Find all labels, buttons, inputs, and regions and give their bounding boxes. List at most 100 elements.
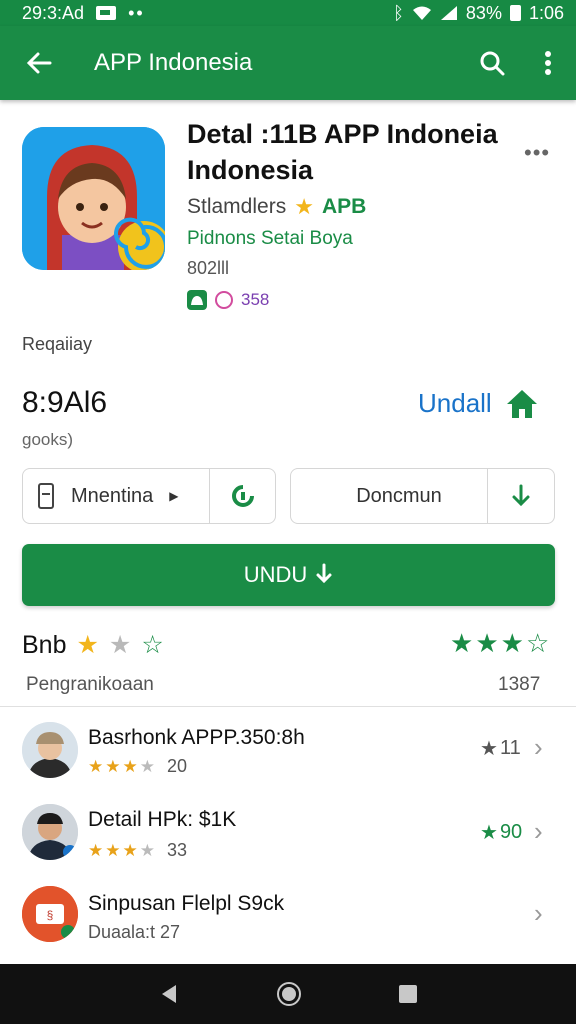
star-filled-icon: ★ [500,628,524,658]
download-doc-button[interactable]: Doncmun [291,469,487,523]
arrow-down-icon [512,484,530,507]
phone-icon [38,483,54,509]
star-filled-icon: ★ [88,840,104,860]
status-time: 29:3:Ad [22,2,85,23]
list-item-rating: ★ ★ ★ ★ 20 [88,756,187,777]
refresh-button[interactable] [210,469,275,523]
rating-stars[interactable]: ★ ★ ★ ☆ [450,628,549,659]
avatar [22,804,78,860]
install-link[interactable]: Undall [418,388,538,419]
star-filled-icon: ★ [76,631,99,659]
manage-button-label: Mnentina [71,484,154,507]
app-bar: APP Indonesia [0,26,576,100]
star-filled-icon: ★ [105,840,121,860]
list-item-count: 20 [167,756,188,776]
recents-nav-icon[interactable] [398,984,418,1004]
signal-icon [440,6,457,20]
app-icon [22,127,165,270]
install-link-label: Undall [418,388,492,418]
star-filled-icon: ★ [105,756,121,776]
family-icon [187,290,207,310]
list-item-title: Sinpusan Flelpl S9ck [88,892,285,915]
battery-icon [509,5,521,21]
download-icon [316,563,332,584]
star-icon: ★ [294,194,314,219]
list-item-title: Basrhonk APPP.350:8h [88,726,305,749]
review-label: Pengranikoaan [26,674,154,695]
avatar: § [22,886,78,942]
copyright-icon [215,291,233,309]
app-title: Detal :11B APP Indoneia Indonesia [187,119,498,185]
divider [0,706,576,707]
more-notifications-icon: •• [128,2,145,23]
chevron-right-icon: › [534,898,543,928]
rating-section-title: Bnb ★ ★ ☆ [22,630,164,660]
list-item-meta-value: 90 [499,821,523,843]
price-value: 8:9Al6 [22,386,108,419]
star-outline-icon: ☆ [141,631,164,659]
svg-text:§: § [47,908,54,922]
list-item-subtitle: Duaala:t 27 [88,922,181,942]
wifi-icon [412,6,431,20]
star-filled-icon: ★ [475,628,499,658]
star-half-icon: ★ [139,840,155,860]
star-outline-icon: ☆ [525,628,550,658]
star-filled-icon: ★ [122,756,138,776]
app-more-button[interactable]: ••• [524,140,550,166]
list-item-title: Detail HPk: $1K [88,808,237,831]
chevron-right-icon: › [534,732,543,762]
app-size: 802lll [187,258,230,278]
manage-split-button[interactable]: Mnentina ▶ [22,468,276,524]
list-item-meta: ★ 11 [480,736,521,761]
search-button[interactable] [464,50,520,76]
download-doc-label: Doncmun [356,484,442,507]
review-count: 1387 [498,674,541,695]
star-filled-icon: ★ [480,822,498,844]
star-grey-icon: ★ [108,631,132,659]
list-item[interactable]: § Sinpusan Flelpl S9ck Duaala:t 27 › [0,882,576,962]
download-arrow-button[interactable] [488,469,554,523]
developer-name[interactable]: Stlamdlers [187,195,286,219]
app-category[interactable]: Pidnons Setai Boya [187,228,353,250]
back-button[interactable] [0,50,78,76]
manage-button[interactable]: Mnentina ▶ [23,469,209,523]
rating-title-text: Bnb [22,630,67,659]
app-bar-title: APP Indonesia [94,49,253,76]
content-rating-count: 358 [241,290,270,309]
status-clock: 1:06 [528,2,564,23]
refresh-icon [231,485,254,507]
price-sub: gooks) [22,430,74,449]
chevron-right-icon: › [534,816,543,846]
app-header: Detal :11B APP Indoneia Indonesia ••• St… [0,100,576,320]
list-item-meta-value: 11 [499,737,521,759]
list-item-meta: ★ 90 [480,820,522,845]
primary-install-button[interactable]: UNDU [22,544,555,606]
arrow-left-icon [26,52,52,74]
home-icon [506,389,537,418]
list-item-count: 33 [167,840,188,860]
developer-line[interactable]: Stlamdlers ★ APB [187,194,366,220]
back-nav-icon[interactable] [158,983,180,1005]
star-filled-icon: ★ [122,840,138,860]
bluetooth-icon: ᛒ [393,2,404,23]
readiness-label: Reqaiiay [22,334,93,354]
primary-install-label: UNDU [243,562,308,587]
notification-icon [96,6,117,20]
more-vert-icon [545,51,551,75]
star-filled-icon: ★ [450,628,474,658]
avatar [22,722,78,778]
system-nav-bar [0,964,576,1024]
list-item[interactable]: Basrhonk APPP.350:8h ★ ★ ★ ★ 20 ★ 11 › [0,716,576,796]
play-small-icon: ▶ [169,489,179,503]
overflow-menu-button[interactable] [520,50,576,76]
status-bar: 29:3:Ad •• ᛒ 83% 1:06 [0,0,576,26]
home-nav-icon[interactable] [276,981,302,1007]
app-content-rating: 358 [187,290,269,310]
download-split-button[interactable]: Doncmun [290,468,555,524]
battery-percent: 83% [465,2,502,23]
star-filled-icon: ★ [88,756,104,776]
list-item-rating: ★ ★ ★ ★ 33 [88,840,187,861]
list-item[interactable]: Detail HPk: $1K ★ ★ ★ ★ 33 ★ 90 › [0,798,576,878]
developer-badge: APB [321,195,367,218]
star-grey-icon: ★ [480,738,498,760]
